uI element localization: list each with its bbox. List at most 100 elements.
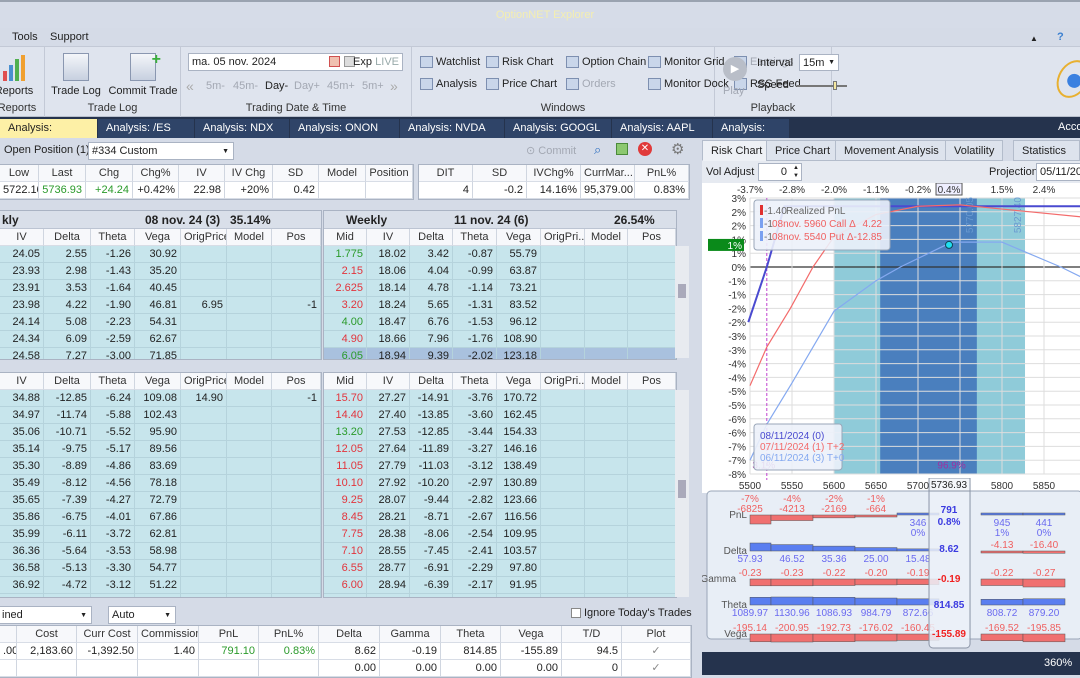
column-header[interactable]: Theta xyxy=(453,373,497,390)
column-header[interactable]: Commission xyxy=(138,626,199,643)
column-header[interactable]: Gamma xyxy=(380,626,441,643)
fast-forward-icon[interactable]: » xyxy=(390,78,398,94)
table-row[interactable]: 24.34 6.09 -2.59 62.67 xyxy=(0,331,321,348)
column-header[interactable]: Mid xyxy=(324,373,367,390)
account-tab[interactable]: Acco xyxy=(1058,121,1080,133)
column-header[interactable]: Theta xyxy=(441,626,501,643)
current-position-marker[interactable] xyxy=(945,240,954,249)
column-header[interactable]: IV xyxy=(0,229,44,246)
column-header[interactable]: OrigPri... xyxy=(541,373,585,390)
risk-chart[interactable]: 3%2%2%1%1%0%-1%-1%-2%-2%-3%-3%-4%-4%-5%-… xyxy=(702,183,1080,493)
tab-analysis-3[interactable]: Analysis: ONON xyxy=(290,119,399,138)
close-position-icon[interactable]: ✕ xyxy=(638,142,652,156)
table-row[interactable]: 24.58 7.27 -3.00 71.85 xyxy=(0,348,321,359)
column-header[interactable]: Model xyxy=(585,229,628,246)
column-header[interactable]: CurrMar... xyxy=(581,165,635,182)
column-header[interactable]: Vega xyxy=(135,373,181,390)
table-row[interactable]: 4.00 18.47 6.76 -1.53 96.12 xyxy=(324,314,676,331)
window-monitor-grid-button[interactable]: Monitor Grid xyxy=(648,56,725,68)
window-watchlist-button[interactable]: Watchlist xyxy=(420,56,480,68)
help-icon[interactable]: ? xyxy=(1057,31,1064,43)
column-header[interactable]: Pos xyxy=(628,229,676,246)
column-header[interactable]: OrigPrice xyxy=(181,229,227,246)
slider-thumb[interactable] xyxy=(833,81,837,90)
column-header[interactable]: OrigPri... xyxy=(541,229,585,246)
table-row[interactable]: 35.49 -8.12 -4.56 78.18 xyxy=(0,475,321,492)
step-45m-back[interactable]: 45m- xyxy=(233,80,265,92)
table-row[interactable]: 14.40 27.40 -13.85 -3.60 162.45 xyxy=(324,407,676,424)
column-header[interactable]: Plot xyxy=(622,626,691,643)
column-header[interactable]: Model xyxy=(227,229,272,246)
column-header[interactable]: IV xyxy=(367,373,410,390)
table-row[interactable]: 2.625 18.14 4.78 -1.14 73.21 xyxy=(324,280,676,297)
column-header[interactable]: Vega xyxy=(497,229,541,246)
column-header[interactable]: Vega xyxy=(501,626,562,643)
table-row[interactable]: 5722.10 5736.93 +24.24 +0.42% 22.98 +20% 0.42 xyxy=(0,182,413,199)
exp-button[interactable]: Exp xyxy=(353,54,372,70)
column-header[interactable]: IV xyxy=(367,229,410,246)
table-row[interactable]: 36.92 -4.72 -3.12 51.22 xyxy=(0,577,321,594)
put-chain-scrollbar[interactable] xyxy=(675,390,689,597)
table-row[interactable]: 34.88 -12.85 -6.24 109.08 14.90 -1 xyxy=(0,390,321,407)
position-select[interactable]: #334 Custom ▼ xyxy=(88,142,234,160)
column-header[interactable]: PnL% xyxy=(259,626,319,643)
column-header[interactable]: SD xyxy=(473,165,527,182)
table-row[interactable]: 8.45 28.21 -8.71 -2.67 116.56 xyxy=(324,509,676,526)
tab-risk-chart[interactable]: Risk Chart xyxy=(702,140,772,161)
live-button[interactable]: LIVE xyxy=(375,54,399,70)
column-header[interactable]: Theta xyxy=(453,229,497,246)
tab-analysis-4[interactable]: Analysis: NVDA xyxy=(400,119,504,138)
step-day-back[interactable]: Day- xyxy=(265,80,294,92)
table-row[interactable]: 35.86 -6.75 -4.01 67.86 xyxy=(0,509,321,526)
column-header[interactable]: Curr Cost xyxy=(77,626,138,643)
tab-price-chart[interactable]: Price Chart xyxy=(766,140,840,161)
column-header[interactable]: IV Chg xyxy=(225,165,273,182)
column-header[interactable]: Delta xyxy=(410,373,453,390)
table-row[interactable]: 23.93 2.98 -1.43 35.20 xyxy=(0,263,321,280)
table-row[interactable]: 24.05 2.55 -1.26 30.92 xyxy=(0,246,321,263)
reports-button[interactable]: Reports xyxy=(0,53,34,97)
step-45m-forward[interactable]: 45m+ xyxy=(327,80,362,92)
menu-tools[interactable]: Tools xyxy=(12,31,38,43)
table-row[interactable]: 6.05 18.94 9.39 -2.02 123.18 xyxy=(324,348,676,359)
column-header[interactable]: OrigPrice xyxy=(181,373,227,390)
tab-analysis-1[interactable]: Analysis: /ES xyxy=(98,119,194,138)
table-row[interactable]: 7.10 28.55 -7.45 -2.41 103.57 xyxy=(324,543,676,560)
collapse-ribbon-icon[interactable]: ▲ xyxy=(1030,34,1038,43)
table-row[interactable]: 2.15 18.06 4.04 -0.99 63.87 xyxy=(324,263,676,280)
ignore-today-checkbox[interactable] xyxy=(571,608,581,618)
column-header[interactable]: T/D xyxy=(562,626,622,643)
table-row[interactable]: 15.70 27.27 -14.91 -3.76 170.72 xyxy=(324,390,676,407)
table-row[interactable]: 4 -0.2 14.16% 95,379.00 0.83% xyxy=(419,182,689,199)
column-header[interactable]: Chg% xyxy=(133,165,179,182)
column-header[interactable]: Cost xyxy=(17,626,77,643)
table-row[interactable]: 9.25 28.07 -9.44 -2.82 123.66 xyxy=(324,492,676,509)
table-row[interactable]: 10.10 27.92 -10.20 -2.97 130.89 xyxy=(324,475,676,492)
column-header[interactable]: Delta xyxy=(319,626,380,643)
trade-filter-select[interactable]: ined ▼ xyxy=(0,606,92,624)
trade-log-button[interactable]: Trade Log xyxy=(50,53,102,97)
projection-date-field[interactable]: 05/11/20 xyxy=(1036,163,1080,181)
speed-slider[interactable] xyxy=(797,81,847,90)
table-row[interactable]: 37.29-4.36-2.9548.03 xyxy=(0,594,321,597)
settings-gear-icon[interactable]: ⚙ xyxy=(671,140,684,158)
column-header[interactable]: Chg xyxy=(86,165,133,182)
table-row[interactable]: 36.36 -5.64 -3.53 58.98 xyxy=(0,543,321,560)
export-icon[interactable] xyxy=(616,143,628,155)
table-row[interactable]: 24.14 5.08 -2.23 54.31 xyxy=(0,314,321,331)
column-header[interactable] xyxy=(0,626,17,643)
calendar-icon[interactable] xyxy=(329,56,340,67)
table-row[interactable]: 3.20 18.24 5.65 -1.31 83.52 xyxy=(324,297,676,314)
trade-mode-select[interactable]: Auto ▼ xyxy=(108,606,176,624)
table-row[interactable]: 4.90 18.66 7.96 -1.76 108.90 xyxy=(324,331,676,348)
table-row[interactable]: 35.30 -8.89 -4.86 83.69 xyxy=(0,458,321,475)
column-header[interactable]: Vega xyxy=(135,229,181,246)
table-row[interactable]: .00 2,183.60 -1,392.50 1.40 791.10 0.83% 8.62-… xyxy=(0,643,691,660)
column-header[interactable]: PnL xyxy=(199,626,259,643)
table-row[interactable]: 34.97 -11.74 -5.88 102.43 xyxy=(0,407,321,424)
table-row[interactable]: 1.775 18.02 3.42 -0.87 55.79 xyxy=(324,246,676,263)
table-row[interactable]: 12.05 27.64 -11.89 -3.27 146.16 xyxy=(324,441,676,458)
column-header[interactable]: Theta xyxy=(91,373,135,390)
column-header[interactable]: Model xyxy=(319,165,366,182)
commit-button[interactable]: ⊙ Commit xyxy=(526,144,576,157)
